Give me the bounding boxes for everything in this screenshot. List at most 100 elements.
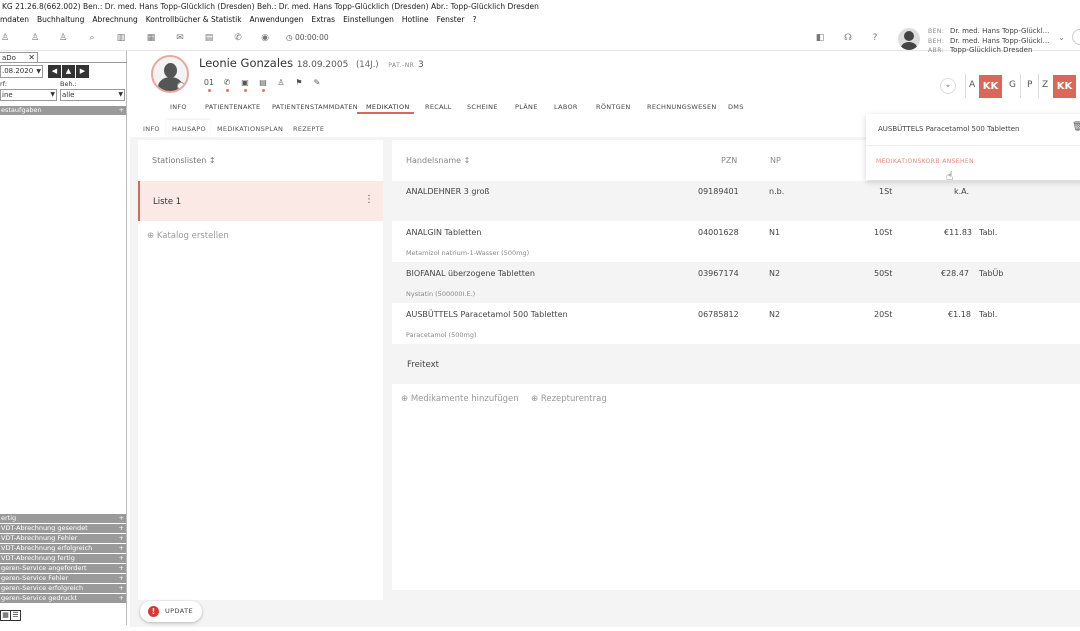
group-header[interactable]: geren-Service angefordert + [0,564,126,573]
table-row[interactable]: BIOFANAL überzogene Tabletten Nystatin (… [392,262,1080,303]
menu-item-anwendungen[interactable]: Anwendungen [250,13,304,26]
group-header[interactable]: VDT-Abrechnung Fehler + [0,534,126,543]
phone-icon[interactable]: ✆ [221,78,233,87]
edit-icon[interactable]: ✎ [311,78,323,87]
search-icon[interactable]: ⌕ [87,33,97,43]
calendar-icon[interactable]: ▦ [146,33,156,43]
sidebar-toggle-icon[interactable]: ◧ [815,33,825,43]
tab-info[interactable]: INFO [170,103,187,111]
menu-bar: mdaten Buchhaltung Abrechnung Kontrollbü… [0,13,1080,26]
todo-tab[interactable]: aDo ✕ [0,52,38,63]
view-basket-link[interactable]: MEDIKATIONSKORB ANSEHEN [876,158,974,165]
person-icon[interactable]: ♙ [0,33,10,43]
tab-patientenakte[interactable]: PATIENTENAKTE [205,103,260,111]
more-icon[interactable]: ⋮ [364,194,374,205]
sort-icon[interactable]: ↕ [209,156,216,165]
list-icon[interactable]: ☰ [10,610,21,621]
table-row[interactable]: ANALDEHNER 3 groß 09189401 n.b. 1St k.A. [392,181,1080,221]
person-tree-icon[interactable]: ♙ [58,33,68,43]
user-avatar[interactable] [898,28,920,50]
kk-badge[interactable]: KK [979,75,1002,98]
beh-select[interactable]: alle ▼ [60,89,125,101]
patient-age: (14J.) [355,60,379,70]
close-icon[interactable]: ✕ [28,53,35,63]
family-icon[interactable]: ♙ [275,78,287,87]
menu-item-buchhaltung[interactable]: Buchhaltung [37,13,84,26]
help-icon[interactable]: ? [870,33,880,43]
column-header-handelsname[interactable]: Handelsname ↕ [406,156,470,165]
patient-nr: 3 [418,60,424,70]
headset-icon[interactable]: ☊ [843,33,853,43]
table-row[interactable]: AUSBÜTTELS Paracetamol 500 Tabletten Par… [392,303,1080,344]
tab-dms[interactable]: DMS [728,103,744,111]
update-button[interactable]: ! UPDATE [140,601,202,622]
flag-icon[interactable]: ⚑ [293,78,305,87]
station-list-item[interactable]: Liste 1 ⋮ [138,181,383,221]
create-catalog-button[interactable]: ⊕ Katalog erstellen [147,231,229,241]
subtab-hausapo[interactable]: HAUSAPO [172,125,206,133]
tab-recall[interactable]: RECALL [425,103,452,111]
group-header[interactable]: ertig + [0,514,126,523]
group-header-testaufgaben[interactable]: estaufgaben + [0,106,126,115]
visit-count[interactable]: 01 [203,78,215,87]
tab-roentgen[interactable]: RÖNTGEN [596,103,631,111]
document-icon[interactable]: ▤ [257,78,269,87]
trash-icon[interactable]: 🗑 [1072,122,1080,132]
group-header[interactable]: geren-Service gedruckt + [0,594,126,603]
freitext-row[interactable]: Freitext [392,344,1080,384]
table-row[interactable]: ANALGIN Tabletten Metamizol natrium-1-Wa… [392,221,1080,262]
eye-icon[interactable]: ◉ [260,33,270,43]
add-medication-button[interactable]: ⊕ Medikamente hinzufügen [401,394,519,404]
group-header[interactable]: geren-Service Fehler + [0,574,126,583]
tab-rechnungswesen[interactable]: RECHNUNGSWESEN [647,103,717,111]
filter-select[interactable]: ine ▼ [0,89,57,101]
letter-a[interactable]: A [969,80,975,90]
timer[interactable]: ◷ 00:00:00 [286,33,329,42]
hand-cursor-icon: ☝ [946,169,954,183]
menu-item-stammdaten[interactable]: mdaten [0,13,29,26]
subtab-medikationsplan[interactable]: MEDIKATIONSPLAN [217,125,283,133]
subtab-rezepte[interactable]: REZEPTE [293,125,324,133]
mail-icon[interactable]: ✉ [175,33,185,43]
chevron-down-icon[interactable]: ⌄ [1058,33,1065,42]
column-header-pzn[interactable]: PZN [721,156,737,165]
group-header[interactable]: VDT-Abrechnung erfolgreich + [0,544,126,553]
column-header-np[interactable]: NP [770,156,781,165]
letter-p[interactable]: P [1027,80,1032,90]
chart-icon[interactable]: ▥ [116,33,126,43]
menu-item-help[interactable]: ? [472,13,476,26]
tab-scheine[interactable]: SCHEINE [467,103,498,111]
menu-item-einstellungen[interactable]: Einstellungen [343,13,394,26]
location-icon[interactable]: ⌖ [940,78,956,94]
printer-icon[interactable]: ▤ [204,33,214,43]
next-button[interactable]: ▶ [76,65,89,78]
menu-item-abrechnung[interactable]: Abrechnung [92,13,137,26]
tab-plaene[interactable]: PLÄNE [515,103,538,111]
menu-item-fenster[interactable]: Fenster [437,13,465,26]
prev-button[interactable]: ◀ [48,65,61,78]
tab-medikation[interactable]: MEDIKATION [366,103,410,111]
user-info: BEN: Dr. med. Hans Topp-Glückl... BEH: Dr.… [928,27,1050,54]
tab-labor[interactable]: LABOR [554,103,578,111]
group-header[interactable]: VDT-Abrechnung fertig + [0,554,126,563]
date-field[interactable]: .08.2020 ▼ [0,65,43,78]
chevron-down-icon[interactable]: ▼ [36,66,41,77]
card-icon[interactable]: ▣ [239,78,251,87]
patient-avatar[interactable] [151,55,189,93]
letter-z[interactable]: Z [1042,80,1048,90]
subtab-info[interactable]: INFO [143,125,160,133]
phone-icon[interactable]: ✆ [233,33,243,43]
group-header[interactable]: geren-Service erfolgreich + [0,584,126,593]
letter-g[interactable]: G [1009,80,1016,90]
tab-patientenstammdaten[interactable]: PATIENTENSTAMMDATEN [272,103,358,111]
up-button[interactable]: ▲ [62,65,75,78]
menu-item-kontrollbuecher[interactable]: Kontrollbücher & Statistik [146,13,242,26]
group-header[interactable]: VDT-Abrechnung gesendet + [0,524,126,533]
rezeptur-button[interactable]: ⊕ Rezepturentrag [531,394,607,404]
station-list-header[interactable]: Stationslisten ↕ [152,156,216,165]
kk-badge-2[interactable]: KK [1053,75,1076,98]
menu-item-extras[interactable]: Extras [311,13,335,26]
menu-item-hotline[interactable]: Hotline [402,13,429,26]
left-panel: aDo ✕ .08.2020 ▼ ◀ ▲ ▶ rf: Beh.: ine ▼ alle… [0,51,127,625]
person-group-icon[interactable]: ♙ [30,33,40,43]
